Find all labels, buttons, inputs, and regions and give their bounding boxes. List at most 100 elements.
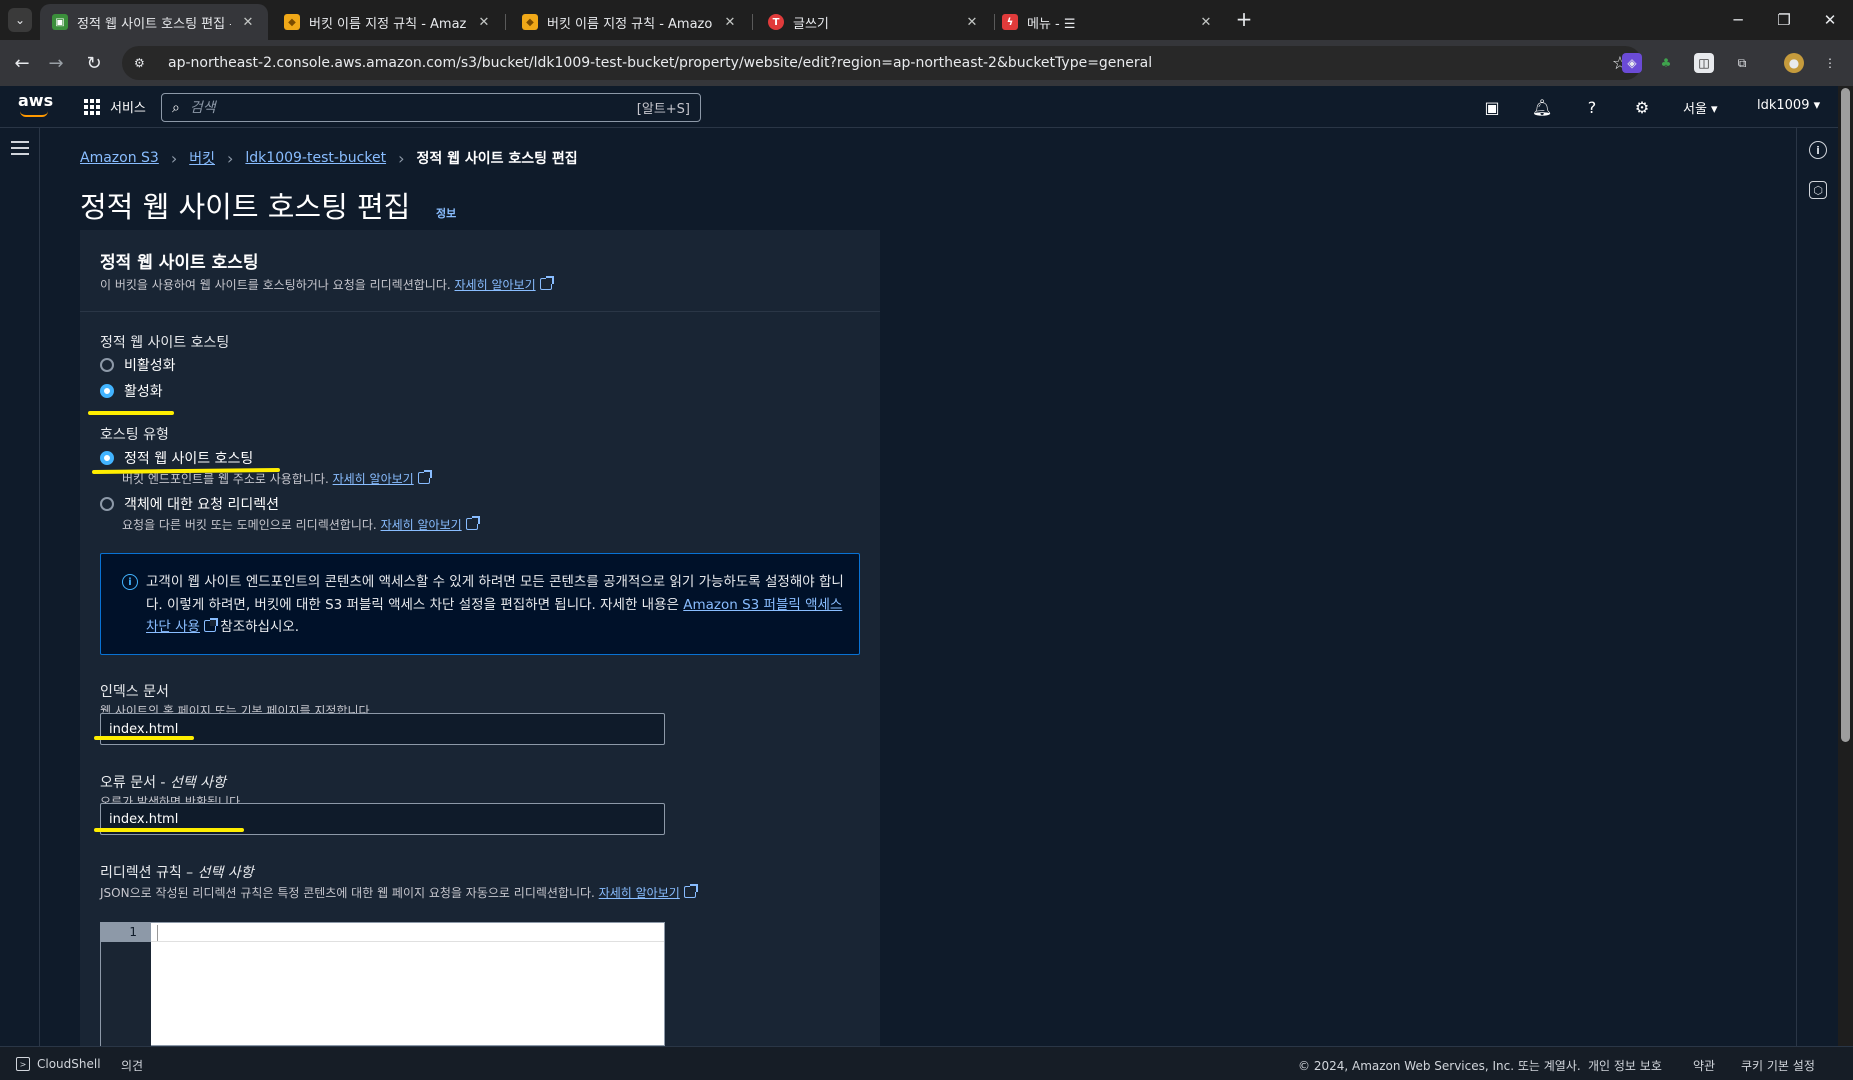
back-arrow-icon[interactable]: ← xyxy=(8,49,36,77)
info-panel-icon[interactable]: i xyxy=(1809,141,1827,159)
services-menu-button[interactable]: 서비스 xyxy=(84,97,146,116)
account-menu[interactable]: ldk1009 ▾ xyxy=(1757,98,1820,113)
redirect-rules-label: 리디렉션 규칙 – 선택 사항 xyxy=(100,862,254,882)
radio-static-hosting-button[interactable] xyxy=(100,451,114,465)
redirect-desc-text: 요청을 다른 버킷 또는 도메인으로 리디렉션합니다. xyxy=(122,518,377,532)
radio-static-hosting-label: 정적 웹 사이트 호스팅 xyxy=(124,451,254,467)
aws-logo-text: aws xyxy=(18,91,54,110)
cloudshell-icon: > xyxy=(16,1057,30,1071)
radio-static-hosting[interactable]: 정적 웹 사이트 호스팅 xyxy=(100,448,253,468)
aws-top-nav: aws 서비스 ⌕ [알트+S] ▣ 🔔︎ ? ⚙ 서울 ▾ ldk1009 ▾ xyxy=(0,86,1853,128)
aws-search-box[interactable]: ⌕ [알트+S] xyxy=(161,93,701,122)
tab-separator xyxy=(505,14,506,30)
hosting-type-label: 호스팅 유형 xyxy=(100,427,169,443)
extension-leaf-icon[interactable]: ♣ xyxy=(1656,53,1676,73)
settings-gear-icon[interactable]: ⚙ xyxy=(1632,97,1652,117)
tab-close-icon[interactable]: ✕ xyxy=(1198,15,1214,30)
radio-disable[interactable]: 비활성화 xyxy=(100,355,176,375)
extensions-puzzle-icon[interactable]: ⧉ xyxy=(1732,53,1752,73)
breadcrumb-bucket-name[interactable]: ldk1009-test-bucket xyxy=(245,150,386,166)
tab-search-chevron-icon[interactable]: ⌄ xyxy=(8,8,32,32)
new-tab-button[interactable]: + xyxy=(1232,8,1256,32)
editor-active-line[interactable] xyxy=(151,923,664,942)
copyright-text: © 2024, Amazon Web Services, Inc. 또는 계열사… xyxy=(1298,1059,1581,1073)
assistant-hexagon-icon[interactable]: ⬡ xyxy=(1809,181,1827,199)
radio-enable[interactable]: 활성화 xyxy=(100,381,163,401)
redirect-rules-hint-text: JSON으로 작성된 리디렉션 규칙은 특정 콘텐츠에 대한 웹 페이지 요청을… xyxy=(100,886,595,900)
extension-colorful-icon[interactable]: ◈ xyxy=(1622,53,1642,73)
editor-gutter: 1 xyxy=(101,923,151,1047)
tab-static-website-edit[interactable]: ▣ 정적 웹 사이트 호스팅 편집 – S ✕ xyxy=(40,4,268,40)
redirect-rules-code-editor[interactable]: 1 xyxy=(100,922,665,1047)
aws-docs-favicon-icon: ◆ xyxy=(284,14,300,30)
breadcrumb-amazon-s3[interactable]: Amazon S3 xyxy=(80,150,159,166)
index-document-input[interactable] xyxy=(100,713,665,745)
extension-box-icon[interactable]: ◫ xyxy=(1694,53,1714,73)
bolt-favicon-icon: ϟ xyxy=(1002,14,1018,30)
tab-write-post[interactable]: T 글쓰기 ✕ xyxy=(756,4,992,40)
external-link-icon xyxy=(683,884,698,898)
tab-label: 버킷 이름 지정 규칙 - Amazon xyxy=(547,16,713,32)
feedback-button[interactable]: 의견 xyxy=(121,1057,143,1074)
alert-text-part-2: 참조하십시오. xyxy=(215,619,300,635)
grid-icon xyxy=(84,98,100,115)
learn-more-link[interactable]: 자세히 알아보기 xyxy=(599,886,680,900)
tab-menu[interactable]: ϟ 메뉴 - ☰ ✕ xyxy=(990,4,1226,40)
address-bar[interactable]: ⚙ ap-northeast-2.console.aws.amazon.com/… xyxy=(122,46,1642,80)
breadcrumb-buckets[interactable]: 버킷 xyxy=(189,148,215,168)
terms-link[interactable]: 약관 xyxy=(1693,1057,1715,1074)
static-hosting-panel: 정적 웹 사이트 호스팅 이 버킷을 사용하여 웹 사이트를 호스팅하거나 요청… xyxy=(80,230,880,1047)
restore-icon[interactable]: ❐ xyxy=(1761,0,1807,40)
tab-bucket-naming-1[interactable]: ◆ 버킷 이름 지정 규칙 - Amazon ✕ xyxy=(272,4,504,40)
learn-more-link[interactable]: 자세히 알아보기 xyxy=(455,278,536,292)
page-scrollbar[interactable] xyxy=(1838,86,1853,1046)
tab-close-icon[interactable]: ✕ xyxy=(722,15,738,30)
window-close-icon[interactable]: ✕ xyxy=(1807,0,1853,40)
line-number: 1 xyxy=(101,923,151,942)
browser-menu-icon[interactable]: ⋮ xyxy=(1820,53,1840,73)
tab-close-icon[interactable]: ✕ xyxy=(476,15,492,30)
reload-icon[interactable]: ↻ xyxy=(80,49,108,77)
optional-tag: 선택 사항 xyxy=(197,865,254,881)
tistory-favicon-icon: T xyxy=(768,14,784,30)
external-link-icon xyxy=(203,618,218,632)
radio-disable-button[interactable] xyxy=(100,358,114,372)
tab-bucket-naming-2[interactable]: ◆ 버킷 이름 지정 규칙 - Amazon ✕ xyxy=(510,4,750,40)
search-shortcut-hint: [알트+S] xyxy=(636,102,690,117)
radio-redirect[interactable]: 객체에 대한 요청 리디렉션 xyxy=(100,494,279,514)
radio-redirect-label: 객체에 대한 요청 리디렉션 xyxy=(124,497,280,513)
cloudshell-button[interactable]: CloudShell xyxy=(37,1057,101,1071)
static-hosting-desc-text: 버킷 엔드포인트를 웹 주소로 사용합니다. xyxy=(122,472,329,486)
site-settings-icon[interactable]: ⚙ xyxy=(134,56,154,70)
learn-more-link[interactable]: 자세히 알아보기 xyxy=(381,518,462,532)
aws-docs-favicon-icon: ◆ xyxy=(522,14,538,30)
scrollbar-thumb[interactable] xyxy=(1841,88,1850,742)
cloudshell-icon[interactable]: ▣ xyxy=(1482,97,1502,117)
forward-arrow-icon[interactable]: → xyxy=(42,49,70,77)
region-selector[interactable]: 서울 ▾ xyxy=(1683,98,1718,117)
privacy-link[interactable]: 개인 정보 보호 xyxy=(1588,1057,1662,1074)
aws-logo[interactable]: aws xyxy=(18,91,54,119)
s3-favicon-icon: ▣ xyxy=(52,14,68,30)
tab-close-icon[interactable]: ✕ xyxy=(964,15,980,30)
radio-enable-label: 활성화 xyxy=(124,384,163,400)
url-text[interactable]: ap-northeast-2.console.aws.amazon.com/s3… xyxy=(168,55,1152,71)
hamburger-menu-icon[interactable] xyxy=(11,141,29,155)
cookie-preferences-link[interactable]: 쿠키 기본 설정 xyxy=(1741,1057,1815,1074)
info-link[interactable]: 정보 xyxy=(436,205,456,221)
browser-toolbar: ← → ↻ ⚙ ap-northeast-2.console.aws.amazo… xyxy=(0,40,1853,86)
tab-close-icon[interactable]: ✕ xyxy=(240,15,256,30)
external-link-icon xyxy=(417,470,432,484)
profile-avatar-icon[interactable]: ● xyxy=(1784,53,1804,73)
radio-redirect-button[interactable] xyxy=(100,497,114,511)
help-icon[interactable]: ? xyxy=(1582,97,1602,117)
browser-tab-strip: ⌄ ▣ 정적 웹 사이트 호스팅 편집 – S ✕ ◆ 버킷 이름 지정 규칙 … xyxy=(0,0,1853,40)
tab-label: 글쓰기 xyxy=(793,16,829,32)
redirect-rules-label-text: 리디렉션 규칙 – xyxy=(100,865,198,881)
notifications-bell-icon[interactable]: 🔔︎ xyxy=(1532,97,1552,117)
aws-search-input[interactable] xyxy=(189,99,637,116)
error-document-label: 오류 문서 - 선택 사항 xyxy=(100,772,226,792)
minimize-icon[interactable]: ─ xyxy=(1715,0,1761,40)
radio-enable-button[interactable] xyxy=(100,384,114,398)
learn-more-link[interactable]: 자세히 알아보기 xyxy=(333,472,414,486)
